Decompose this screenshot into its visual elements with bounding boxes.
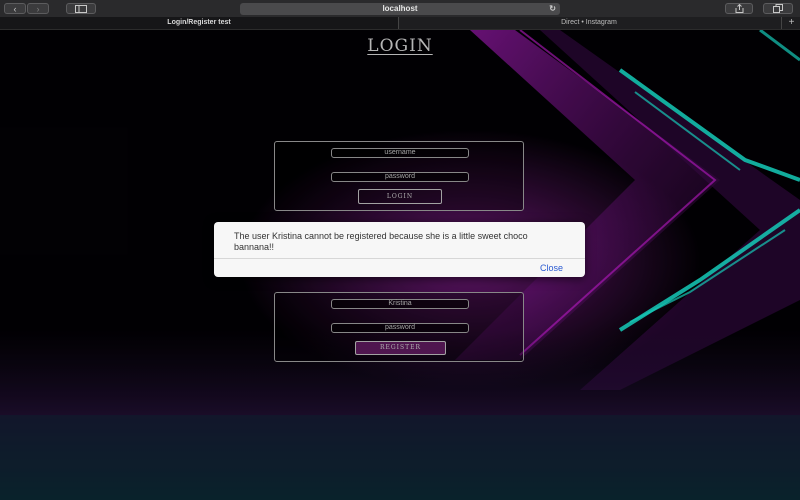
sidebar-toggle-button[interactable]	[66, 3, 96, 14]
close-button[interactable]: Close	[540, 263, 563, 273]
share-button[interactable]	[725, 3, 753, 14]
alert-message: The user Kristina cannot be registered b…	[234, 231, 528, 252]
url-text: localhost	[382, 4, 418, 13]
alert-dialog: The user Kristina cannot be registered b…	[214, 222, 585, 277]
tabs-overview-button[interactable]	[763, 3, 793, 14]
chevron-right-icon: ›	[36, 4, 40, 14]
reload-icon[interactable]: ↻	[549, 3, 556, 15]
tabs-overview-icon	[773, 4, 783, 13]
browser-toolbar: ‹ › localhost ↻	[0, 0, 800, 17]
share-icon	[735, 3, 743, 13]
forward-button[interactable]: ›	[27, 3, 49, 14]
alert-divider	[214, 258, 585, 259]
tab-login-register[interactable]: Login/Register test	[0, 17, 398, 29]
chevron-left-icon: ‹	[13, 4, 17, 14]
address-bar[interactable]: localhost ↻	[240, 3, 560, 15]
back-button[interactable]: ‹	[4, 3, 26, 14]
tab-instagram[interactable]: Direct • Instagram	[399, 17, 779, 29]
new-tab-button[interactable]: +	[781, 17, 800, 29]
sidebar-icon	[75, 5, 87, 13]
